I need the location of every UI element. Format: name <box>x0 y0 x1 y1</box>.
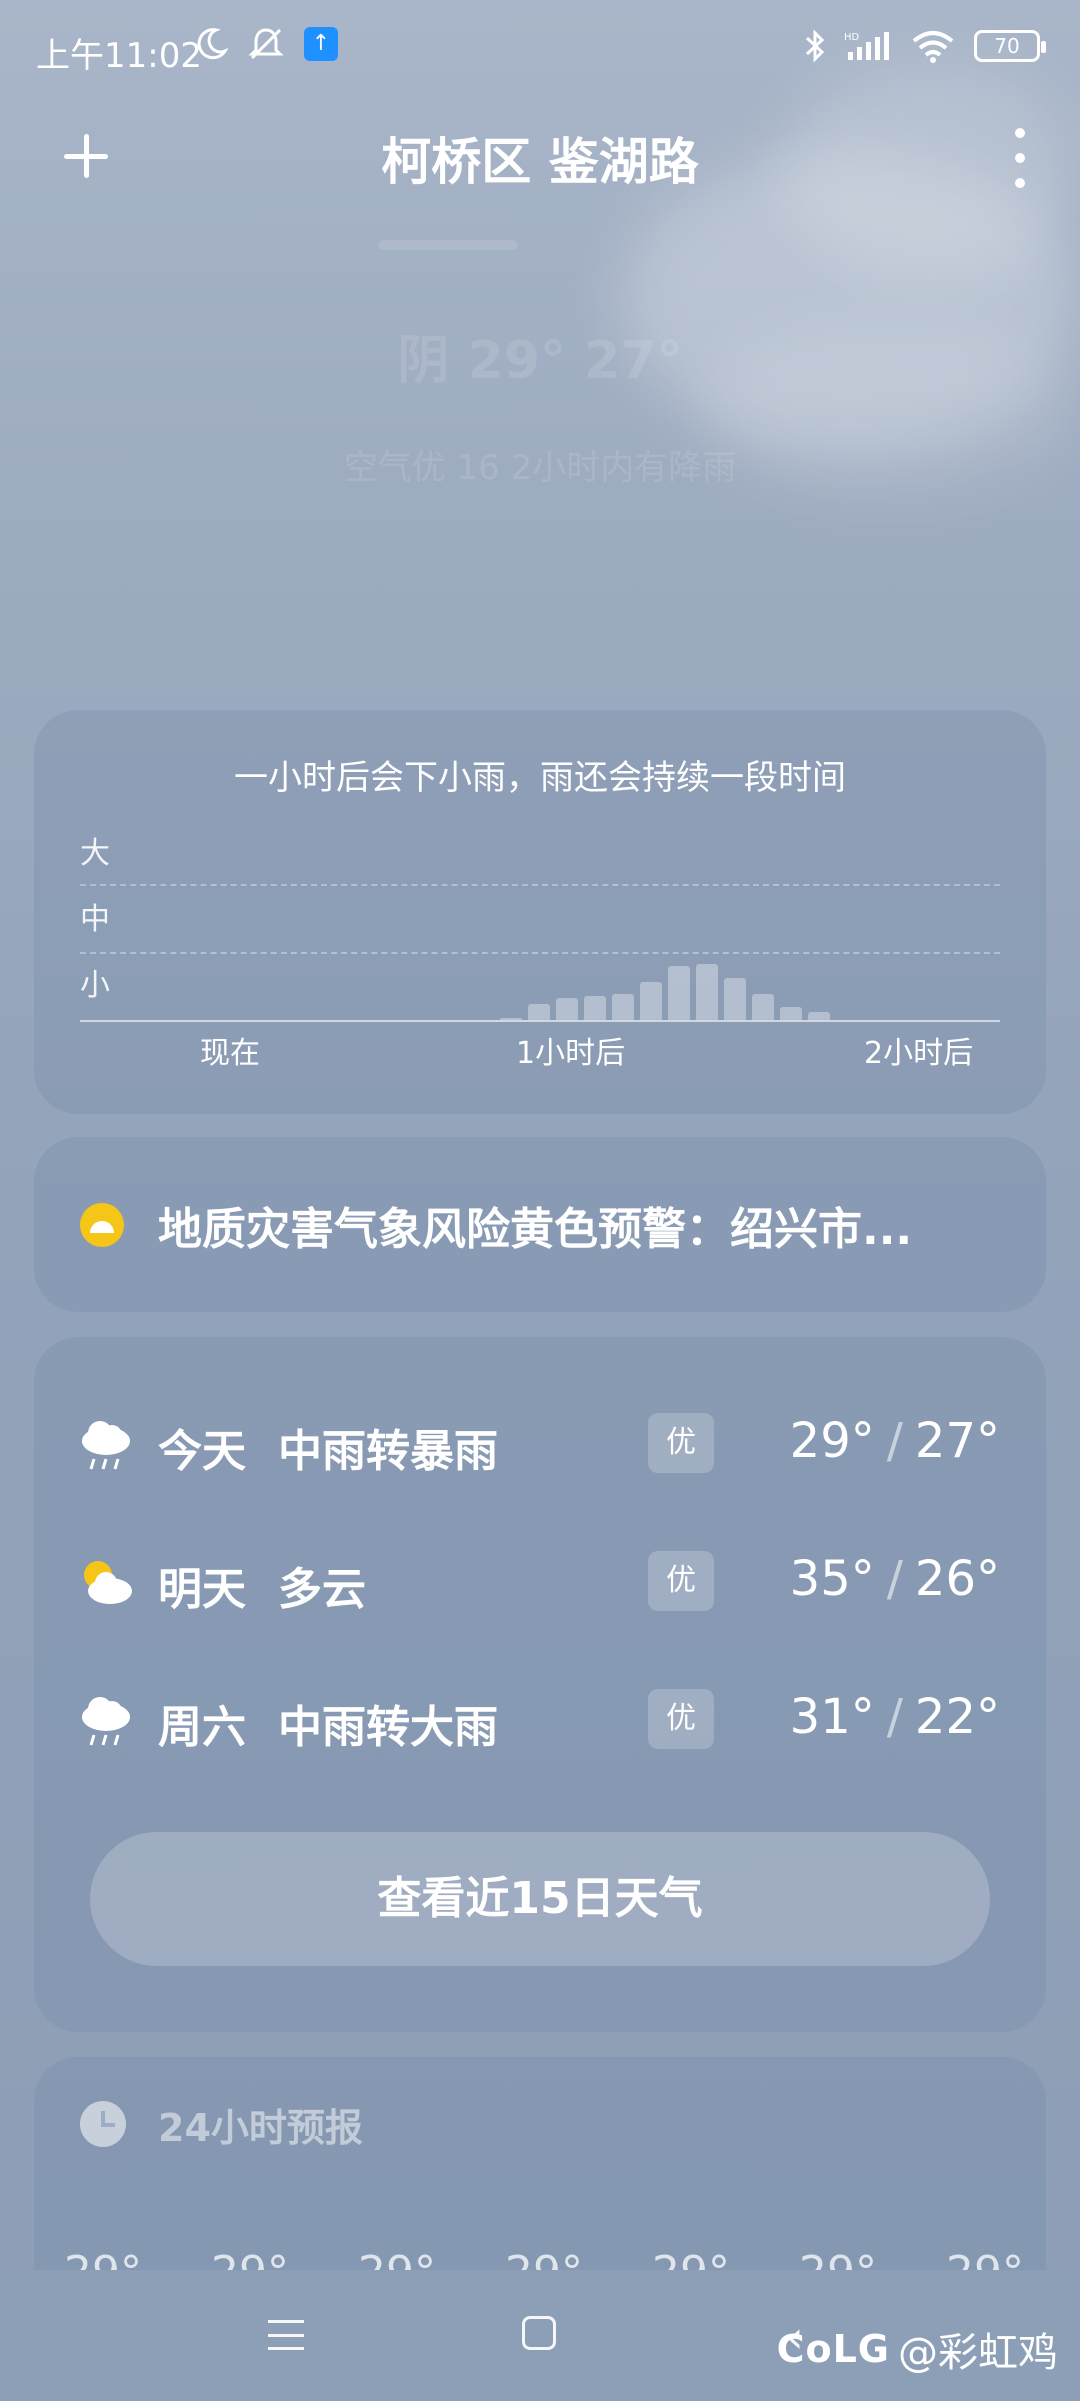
wifi-icon <box>912 31 954 63</box>
rain-bar <box>640 981 662 1020</box>
view-15-day-button[interactable]: 查看近15日天气 <box>90 1832 990 1966</box>
forecast-row[interactable]: 明天 多云 优 35°/26° <box>34 1531 1046 1631</box>
forecast-day: 周六 <box>158 1702 246 1753</box>
chart-baseline <box>80 1020 1000 1022</box>
x-label-2h: 2小时后 <box>864 1036 974 1071</box>
current-weather-extra: 空气优 16 2小时内有降雨 <box>343 448 737 488</box>
forecast-desc: 多云 <box>278 1564 366 1615</box>
upload-notification-icon: ↑ <box>304 27 338 61</box>
alert-text: 地质灾害气象风险黄色预警：绍兴市... <box>158 1204 913 1255</box>
watermark: CoLG @彩虹鸡 <box>777 2320 1058 2378</box>
rain-bar <box>696 963 718 1020</box>
rain-chart: 大 中 小 现在 1小时后 2小时后 <box>80 828 1000 1098</box>
temp-high: 29° <box>789 1413 875 1469</box>
daily-forecast-card: 今天 中雨转暴雨 优 29°/27° 明天 多云 优 35°/26° 周六 中雨… <box>34 1337 1046 2032</box>
rain-bar <box>668 965 690 1020</box>
forecast-desc: 中雨转大雨 <box>278 1702 498 1753</box>
forecast-desc: 中雨转暴雨 <box>278 1426 498 1477</box>
battery-icon: 70 <box>974 30 1046 62</box>
hourly-title: 24小时预报 <box>158 2106 363 2150</box>
forecast-row[interactable]: 今天 中雨转暴雨 优 29°/27° <box>34 1393 1046 1493</box>
rain-cloud-icon <box>82 1697 130 1746</box>
partly-cloudy-icon <box>84 1561 132 1604</box>
header: 柯桥区 鉴湖路 <box>0 110 1080 200</box>
weather-alert-card[interactable]: 地质灾害气象风险黄色预警：绍兴市... <box>34 1137 1046 1312</box>
temp-high: 31° <box>789 1689 875 1745</box>
mute-bell-icon <box>248 28 284 60</box>
signal-icon: HD <box>844 32 889 60</box>
temp-separator: / <box>886 1689 903 1745</box>
x-label-1h: 1小时后 <box>516 1036 626 1071</box>
forecast-temp-range: 31°/22° <box>790 1689 1000 1745</box>
rain-bars <box>80 828 1000 1020</box>
rain-bar <box>752 994 774 1020</box>
temp-low: 27° <box>914 1413 1000 1469</box>
forecast-row[interactable]: 周六 中雨转大雨 优 31°/22° <box>34 1669 1046 1769</box>
page-title: 柯桥区 鉴湖路 <box>381 133 699 191</box>
sunrise-warning-icon <box>80 1203 124 1247</box>
moon-icon <box>197 28 228 60</box>
rain-bar <box>724 978 746 1020</box>
bluetooth-icon <box>805 29 825 63</box>
rain-cloud-icon <box>82 1421 130 1470</box>
svg-text:HD: HD <box>844 32 860 43</box>
recent-apps-button[interactable] <box>268 2320 304 2350</box>
temp-separator: / <box>886 1413 903 1469</box>
rain-bar <box>808 1012 830 1020</box>
air-quality-badge: 优 <box>648 1413 714 1473</box>
current-weather-summary: 阴 29° 27° <box>397 331 683 391</box>
air-quality-badge: 优 <box>648 1689 714 1749</box>
status-bar: 上午11:02 ↑ HD 70 <box>0 0 1080 100</box>
temp-separator: / <box>886 1551 903 1607</box>
forecast-day: 明天 <box>158 1564 246 1615</box>
temp-high: 35° <box>789 1551 875 1607</box>
faded-divider <box>378 240 518 250</box>
rain-bar <box>528 1004 550 1020</box>
status-time: 上午11:02 <box>36 36 202 76</box>
forecast-temp-range: 35°/26° <box>790 1551 1000 1607</box>
rain-forecast-title: 一小时后会下小雨，雨还会持续一段时间 <box>234 758 846 798</box>
clock-icon <box>80 2101 126 2147</box>
home-button[interactable] <box>522 2316 556 2350</box>
watermark-text: @彩虹鸡 <box>898 2330 1058 2376</box>
rain-forecast-card[interactable]: 一小时后会下小雨，雨还会持续一段时间 大 中 小 现在 1小时后 2小时后 <box>34 710 1046 1114</box>
forecast-day: 今天 <box>158 1426 246 1477</box>
rain-bar <box>584 995 606 1020</box>
forecast-temp-range: 29°/27° <box>790 1413 1000 1469</box>
rain-bar <box>780 1007 802 1020</box>
rain-bar <box>612 994 634 1020</box>
rain-bar <box>556 997 578 1020</box>
temp-low: 26° <box>914 1551 1000 1607</box>
watermark-logo: CoLG <box>776 2327 890 2371</box>
x-label-now: 现在 <box>200 1036 260 1071</box>
temp-low: 22° <box>914 1689 1000 1745</box>
air-quality-badge: 优 <box>648 1551 714 1611</box>
more-options-button[interactable] <box>1000 128 1040 188</box>
